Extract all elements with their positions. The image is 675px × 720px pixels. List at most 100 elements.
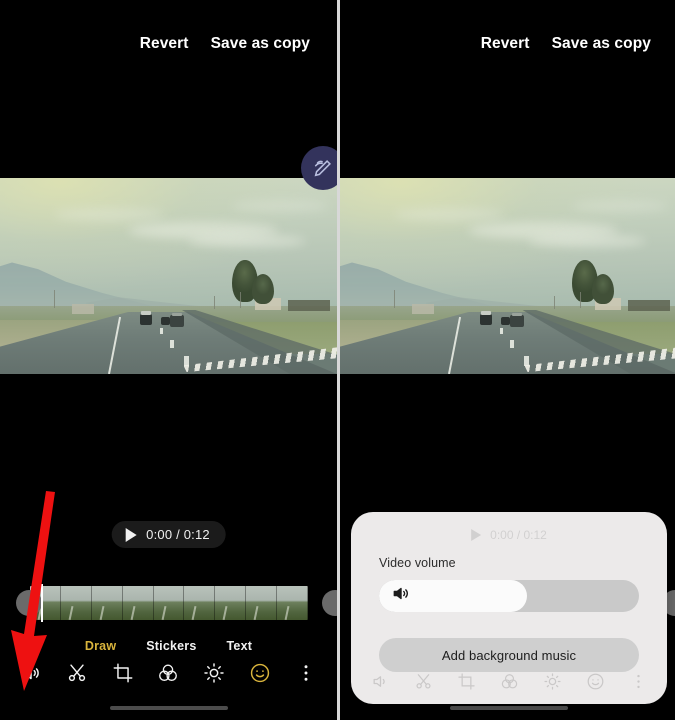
save-as-copy-button[interactable]: Save as copy — [211, 36, 310, 52]
trim-handle-right[interactable] — [322, 590, 337, 616]
tab-text[interactable]: Text — [227, 639, 253, 653]
scissors-icon — [414, 672, 433, 691]
filmstrip-frame — [184, 586, 216, 620]
playback-time: 0:00 / 0:12 — [146, 527, 210, 542]
lane-marking — [500, 328, 503, 334]
cloud — [232, 200, 328, 212]
filmstrip-frame — [153, 586, 185, 620]
smiley-icon — [586, 672, 605, 691]
vehicle — [501, 317, 510, 325]
timeline[interactable] — [0, 584, 337, 624]
vehicle — [510, 313, 524, 327]
cloud — [528, 235, 646, 247]
lane-marking — [524, 356, 529, 366]
top-action-bar: Revert Save as copy — [0, 0, 337, 92]
decorate-button[interactable] — [243, 656, 277, 690]
add-background-music-label: Add background music — [441, 647, 577, 663]
lane-marking — [160, 328, 163, 334]
bottom-toolbar-dimmed — [351, 664, 667, 698]
building — [288, 300, 330, 311]
player-controls[interactable]: 0:00 / 0:12 — [111, 521, 226, 548]
revert-button[interactable]: Revert — [481, 36, 530, 52]
volume-button-dimmed — [367, 668, 393, 694]
crop-button[interactable] — [106, 656, 140, 690]
tab-stickers[interactable]: Stickers — [146, 639, 196, 653]
filters-button-dimmed — [496, 668, 522, 694]
cloud — [572, 200, 668, 212]
pole — [394, 290, 395, 308]
filmstrip-frame — [277, 586, 308, 620]
home-indicator — [109, 706, 228, 710]
video-preview[interactable] — [340, 178, 675, 374]
volume-button[interactable] — [14, 656, 48, 690]
brightness-icon — [203, 662, 225, 684]
building — [72, 304, 94, 314]
brightness-icon — [543, 672, 562, 691]
filmstrip-frame — [91, 586, 123, 620]
more-button[interactable] — [289, 656, 323, 690]
vehicle — [161, 317, 170, 325]
adjust-button[interactable] — [197, 656, 231, 690]
more-vertical-icon — [295, 662, 317, 684]
filmstrip-frame — [246, 586, 278, 620]
cloud — [54, 208, 164, 221]
pole — [54, 290, 55, 308]
crop-icon — [457, 672, 476, 691]
pole — [554, 296, 555, 309]
filters-icon — [500, 672, 519, 691]
filters-icon — [157, 662, 179, 684]
tree — [592, 274, 614, 304]
panel-right: Revert Save as copy 0:00 / 0:12 Video vo… — [340, 0, 675, 720]
panel-divider — [337, 0, 340, 720]
smiley-icon — [249, 662, 271, 684]
volume-icon — [20, 662, 42, 684]
video-volume-sheet: 0:00 / 0:12 Video volume Add background … — [351, 512, 667, 704]
lane-marking — [170, 340, 174, 348]
trim-button-dimmed — [410, 668, 436, 694]
lane-marking — [184, 356, 189, 366]
building — [412, 304, 434, 314]
revert-button[interactable]: Revert — [140, 36, 189, 52]
edit-pencil-icon — [312, 157, 334, 179]
lane-marking — [510, 340, 514, 348]
vehicle — [480, 311, 492, 325]
filmstrip-frame — [60, 586, 92, 620]
vehicle — [170, 313, 184, 327]
pole — [580, 292, 581, 308]
filmstrip-frame — [122, 586, 154, 620]
adjust-button-dimmed — [539, 668, 565, 694]
pole — [240, 292, 241, 308]
building — [628, 300, 670, 311]
play-icon — [471, 529, 482, 541]
save-as-copy-button[interactable]: Save as copy — [552, 36, 651, 52]
home-indicator — [450, 706, 568, 710]
trim-button[interactable] — [60, 656, 94, 690]
pole — [214, 296, 215, 309]
top-action-bar: Revert Save as copy — [340, 0, 675, 92]
cloud — [188, 235, 306, 247]
volume-slider[interactable] — [379, 580, 639, 612]
speaker-icon — [391, 584, 411, 609]
screenshot-root: Revert Save as copy 0:00 / 0:12 Draw Sti… — [0, 0, 675, 720]
playhead[interactable] — [41, 584, 43, 622]
tree — [252, 274, 274, 304]
edit-fab-button[interactable] — [301, 146, 337, 190]
playback-time: 0:00 / 0:12 — [490, 528, 547, 542]
filmstrip[interactable] — [30, 586, 308, 620]
video-volume-label: Video volume — [379, 556, 456, 570]
scissors-icon — [66, 662, 88, 684]
play-icon[interactable] — [125, 527, 137, 542]
volume-icon — [371, 672, 390, 691]
vehicle — [140, 311, 152, 325]
crop-button-dimmed — [453, 668, 479, 694]
more-button-dimmed — [625, 668, 651, 694]
crop-icon — [112, 662, 134, 684]
bottom-toolbar — [0, 652, 337, 694]
cloud — [394, 208, 504, 221]
filters-button[interactable] — [151, 656, 185, 690]
video-preview[interactable] — [0, 178, 337, 374]
tab-draw[interactable]: Draw — [85, 639, 116, 653]
tool-tabs: Draw Stickers Text — [0, 639, 337, 653]
panel-left: Revert Save as copy 0:00 / 0:12 Draw Sti… — [0, 0, 337, 720]
trim-handle-left[interactable] — [16, 590, 42, 616]
